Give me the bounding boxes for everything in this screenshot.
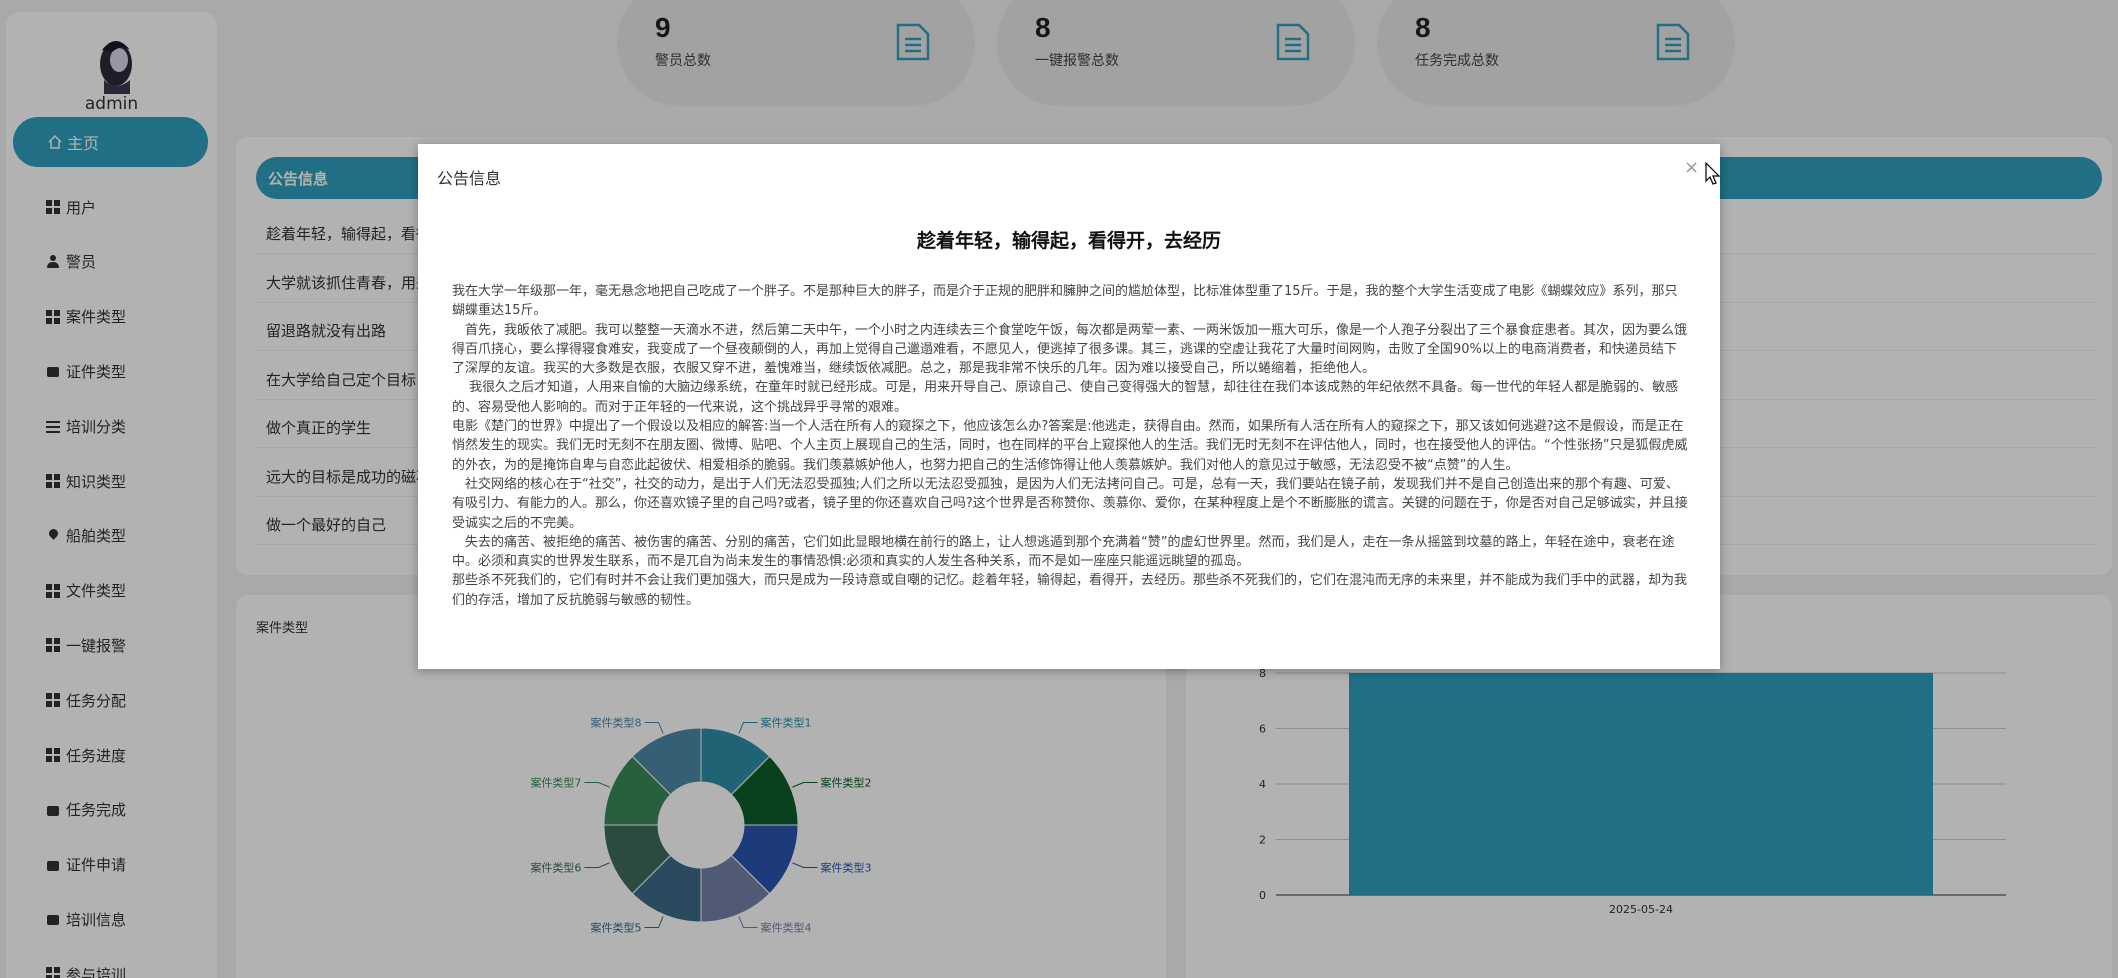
close-icon[interactable]: × xyxy=(1684,159,1699,177)
article-paragraph: 社交网络的核心在于“社交”，社交的动力，是出于人们无法忍受孤独;人们之所以无法忍… xyxy=(452,476,1688,531)
article-title: 趁着年轻，输得起，看得开，去经历 xyxy=(916,230,1221,252)
article-paragraph: 我很久之后才知道，人用来自愉的大脑边缘系统，在童年时就已经形成。可是，用来开导自… xyxy=(452,380,1679,415)
article-paragraph: 首先，我皈依了减肥。我可以整整一天滴水不进，然后第二天中午，一个小时之内连续去三… xyxy=(452,322,1688,377)
article-paragraph: 那些杀不死我们的，它们有时并不会让我们更加强大，而只是成为一段诗意或自嘲的记忆。… xyxy=(452,573,1688,608)
modal-title: 公告信息 xyxy=(437,169,502,188)
notice-modal: 公告信息 × 趁着年轻，输得起，看得开，去经历 我在大学一年级那一年，毫无悬念地… xyxy=(418,144,1720,669)
article-paragraph: 失去的痛苦、被拒绝的痛苦、被伤害的痛苦、分别的痛苦，它们如此显眼地横在前行的路上… xyxy=(452,534,1675,570)
article-paragraph: 电影《楚门的世界》中提出了一个假设以及相应的解答:当一个人活在所有人的窥探之下，… xyxy=(452,419,1688,473)
mouse-cursor-icon xyxy=(1705,162,1721,185)
article-body: 我在大学一年级那一年，毫无悬念地把自己吃成了一个胖子。不是那种巨大的胖子，而是介… xyxy=(452,282,1688,610)
article-paragraph: 我在大学一年级那一年，毫无悬念地把自己吃成了一个胖子。不是那种巨大的胖子，而是介… xyxy=(452,284,1678,319)
